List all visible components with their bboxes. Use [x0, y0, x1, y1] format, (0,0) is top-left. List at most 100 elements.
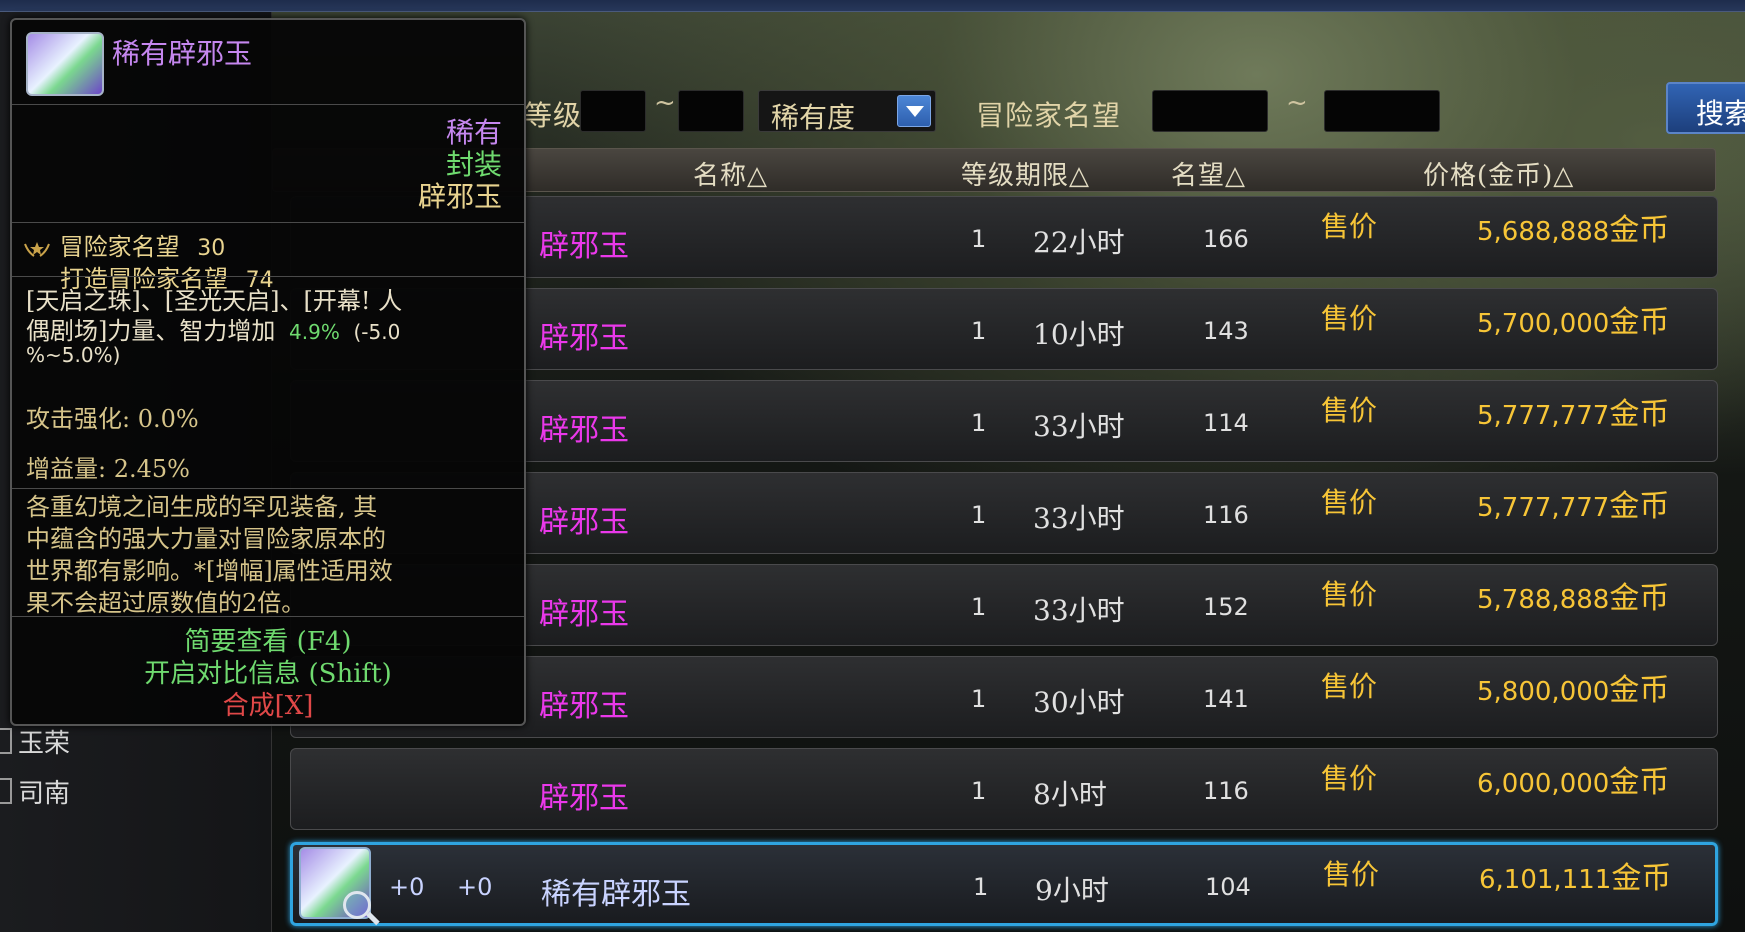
fame-max-input[interactable]: [1324, 90, 1440, 132]
item-name: 辟邪玉: [539, 229, 629, 264]
magnifier-icon: [343, 891, 371, 919]
tooltip-actions-section: 简要查看 (F4) 开启对比信息 (Shift) 合成[X]: [12, 616, 524, 724]
tooltip-tags-section: 稀有 封装 辟邪玉: [12, 104, 524, 222]
price-value: 5,688,888: [1477, 217, 1610, 247]
item-duration: 33小时: [1033, 502, 1125, 535]
bracket-icon: [0, 778, 12, 804]
column-header-fame[interactable]: 名望△: [1171, 155, 1246, 192]
level-label: 等级: [524, 99, 583, 132]
item-name: 辟邪玉: [539, 781, 629, 816]
item-level: 1: [971, 501, 987, 529]
type-tag: 辟邪玉: [417, 180, 502, 213]
price-value: 6,101,111: [1479, 865, 1612, 895]
sell-label: 售价: [1321, 670, 1378, 703]
search-button[interactable]: 搜索: [1666, 82, 1745, 134]
item-price: 6,000,000金币: [1477, 757, 1669, 801]
item-duration: 33小时: [1033, 410, 1125, 443]
fame-range-tilde: ~: [1286, 88, 1308, 118]
description-line: 中蕴含的强大力量对冒险家原本的: [26, 525, 386, 553]
effect-range-start: (-5.0: [353, 320, 401, 344]
item-duration: 22小时: [1033, 226, 1125, 259]
item-fame: 114: [1203, 409, 1249, 437]
filter-bar: 等级 ~ 稀有度 冒险家名望 ~ 搜索: [524, 82, 1745, 142]
effect-text: 偶剧场]力量、智力增加: [26, 317, 276, 345]
item-name: 辟邪玉: [539, 505, 629, 540]
description-line: 各重幻境之间生成的罕见装备, 其: [26, 493, 378, 521]
item-price: 5,777,777金币: [1477, 481, 1669, 525]
effect-value: 4.9%: [289, 320, 340, 344]
sidebar-item-yurong[interactable]: 玉荣: [0, 726, 70, 759]
item-level: 1: [971, 225, 987, 253]
column-header-level-limit[interactable]: 等级期限△: [961, 155, 1090, 192]
price-value: 5,788,888: [1477, 585, 1610, 615]
item-level: 1: [971, 685, 987, 713]
item-duration: 8小时: [1033, 778, 1107, 811]
fame-line: 冒险家名望 30: [22, 227, 225, 262]
price-value: 5,800,000: [1477, 677, 1610, 707]
item-duration: 30小时: [1033, 686, 1125, 719]
item-fame: 104: [1205, 873, 1251, 901]
item-price: 5,700,000金币: [1477, 297, 1669, 341]
item-level: 1: [971, 777, 987, 805]
gem-item-icon: [26, 32, 104, 96]
sell-label: 售价: [1321, 762, 1378, 795]
item-fame: 141: [1203, 685, 1249, 713]
attack-line: 攻击强化: 0.0%: [26, 405, 199, 433]
item-fame: 152: [1203, 593, 1249, 621]
chevron-down-icon[interactable]: [897, 95, 931, 127]
price-unit: 金币: [1609, 305, 1670, 340]
item-name: 辟邪玉: [539, 413, 629, 448]
item-level: 1: [971, 317, 987, 345]
tooltip-desc-section: 各重幻境之间生成的罕见装备, 其 中蕴含的强大力量对冒险家原本的 世界都有影响。…: [12, 488, 524, 619]
item-price: 5,800,000金币: [1477, 665, 1669, 709]
column-header-name[interactable]: 名称△: [693, 155, 768, 192]
top-frame: [0, 0, 1745, 12]
rarity-select-value: 稀有度: [771, 101, 856, 134]
description: 各重幻境之间生成的罕见装备, 其 中蕴含的强大力量对冒险家原本的 世界都有影响。…: [26, 491, 506, 619]
item-duration: 33小时: [1033, 594, 1125, 627]
item-price: 5,688,888金币: [1477, 205, 1669, 249]
tooltip-title: 稀有辟邪玉: [112, 37, 253, 70]
sidebar-item-sinan[interactable]: 司南: [0, 776, 70, 809]
item-duration: 9小时: [1035, 874, 1109, 907]
price-unit: 金币: [1609, 213, 1670, 248]
laurel-icon: [24, 241, 50, 257]
level-min-input[interactable]: [580, 90, 646, 132]
fame-label: 冒险家名望: [976, 99, 1122, 132]
item-price: 6,101,111金币: [1479, 853, 1671, 897]
item-fame: 116: [1203, 501, 1249, 529]
bracket-icon: [0, 728, 12, 754]
column-header-price[interactable]: 价格(金币)△: [1423, 155, 1574, 192]
table-row[interactable]: 辟邪玉 1 8小时 116 售价 6,000,000金币: [290, 748, 1718, 830]
price-value: 6,000,000: [1477, 769, 1610, 799]
effect-line-3: %~5.0%): [26, 343, 121, 367]
table-row-selected[interactable]: +0 +0 稀有辟邪玉 1 9小时 104 售价 6,101,111金币: [290, 842, 1718, 926]
price-unit: 金币: [1609, 397, 1670, 432]
item-tooltip: 稀有辟邪玉 稀有 封装 辟邪玉 冒险家名望 30 打造冒险家名望 74 [天启之…: [10, 18, 526, 726]
sell-label: 售价: [1321, 578, 1378, 611]
item-name: 稀有辟邪玉: [541, 877, 691, 912]
description-line: 果不会超过原数值的2倍。: [26, 589, 306, 617]
sell-label: 售价: [1321, 394, 1378, 427]
buff-line: 增益量: 2.45%: [26, 455, 190, 483]
sell-label: 售价: [1321, 210, 1378, 243]
level-max-input[interactable]: [678, 90, 744, 132]
sidebar-item-label: 玉荣: [18, 728, 71, 759]
sidebar-item-label: 司南: [18, 778, 71, 809]
price-unit: 金币: [1609, 673, 1670, 708]
item-fame: 116: [1203, 777, 1249, 805]
price-unit: 金币: [1609, 489, 1670, 524]
upgrade-level: +0: [389, 873, 425, 901]
item-name: 辟邪玉: [539, 689, 629, 724]
price-unit: 金币: [1611, 861, 1672, 896]
fame-label: 冒险家名望: [59, 233, 180, 261]
item-fame: 143: [1203, 317, 1249, 345]
item-name: 辟邪玉: [539, 321, 629, 356]
fame-min-input[interactable]: [1152, 90, 1268, 132]
description-line: 世界都有影响。*[增幅]属性适用效: [26, 557, 393, 585]
price-value: 5,777,777: [1477, 493, 1610, 523]
item-fame: 166: [1203, 225, 1249, 253]
rarity-select[interactable]: 稀有度: [758, 90, 936, 134]
item-level: 1: [973, 873, 989, 901]
item-name: 辟邪玉: [539, 597, 629, 632]
